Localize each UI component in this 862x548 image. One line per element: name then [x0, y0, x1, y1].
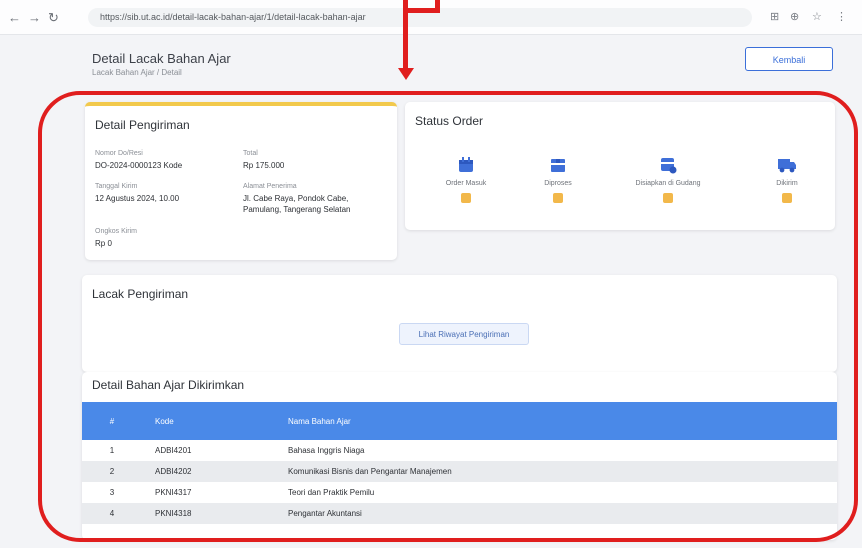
menu-icon[interactable]: ⋮	[836, 10, 847, 23]
page-title: Detail Lacak Bahan Ajar	[92, 51, 231, 66]
breadcrumb: Lacak Bahan Ajar / Detail	[92, 68, 182, 77]
annotation-arrow-head	[398, 68, 414, 80]
back-icon[interactable]: ←	[8, 10, 21, 25]
back-button[interactable]: Kembali	[745, 47, 833, 71]
translate-icon[interactable]: ⊞	[770, 10, 779, 23]
annotation-arrow-line	[435, 0, 440, 13]
annotation-outline	[38, 91, 858, 542]
browser-toolbar: ← → ↻ https://sib.ut.ac.id/detail-lacak-…	[0, 0, 862, 35]
star-icon[interactable]: ☆	[812, 10, 822, 23]
reload-icon[interactable]: ↻	[48, 10, 59, 26]
zoom-icon[interactable]: ⊕	[790, 10, 799, 23]
forward-icon[interactable]: →	[28, 10, 41, 25]
